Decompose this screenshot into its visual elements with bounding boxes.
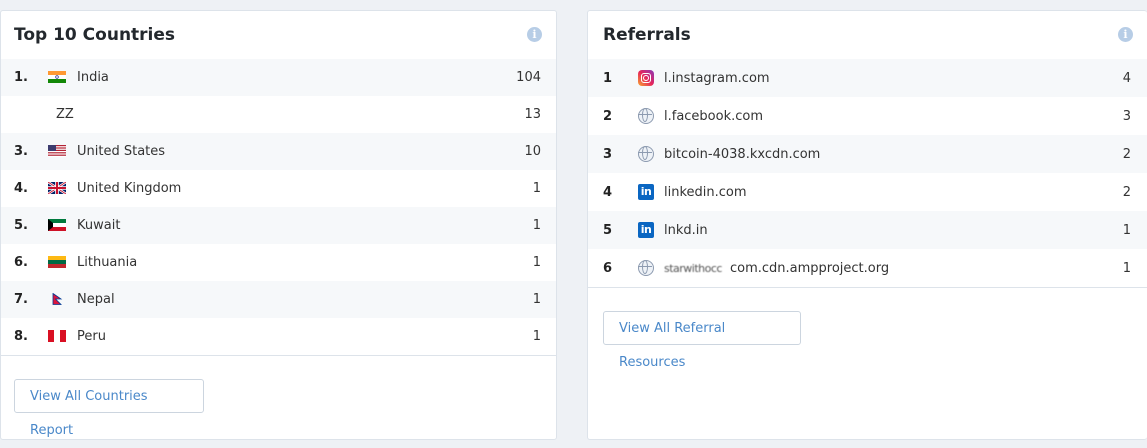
referral-source[interactable]: linkedin.com xyxy=(664,185,747,200)
panel-header: Top 10 Countries i xyxy=(1,11,556,59)
country-row: 3. United States 10 xyxy=(1,133,556,170)
country-row: 6. Lithuania 1 xyxy=(1,244,556,281)
panel-title: Top 10 Countries xyxy=(14,25,176,45)
linkedin-icon: in xyxy=(638,222,654,238)
info-icon[interactable]: i xyxy=(527,27,542,42)
globe-icon xyxy=(638,146,654,162)
referral-source-wrapper[interactable]: starwithocc com.cdn.ampproject.org xyxy=(664,261,889,276)
globe-icon xyxy=(638,260,654,276)
referral-row[interactable]: 1 l.instagram.com 4 xyxy=(588,59,1147,97)
referral-count: 1 xyxy=(1122,223,1131,238)
referrals-panel: Referrals i 1 l.instagram.com 4 2 l.face… xyxy=(587,10,1147,440)
country-rank: 6. xyxy=(14,255,28,270)
country-count: 1 xyxy=(532,292,541,307)
referral-source: com.cdn.ampproject.org xyxy=(729,261,890,276)
referral-row[interactable]: 5 in lnkd.in 1 xyxy=(588,211,1147,249)
india-flag-icon xyxy=(48,71,66,83)
country-count: 13 xyxy=(524,107,541,122)
referral-rank: 4 xyxy=(603,185,613,200)
referral-rank: 2 xyxy=(603,109,613,124)
referral-rank: 6 xyxy=(603,261,613,276)
globe-icon xyxy=(638,108,654,124)
country-count: 1 xyxy=(532,329,541,344)
country-rank: 5. xyxy=(14,218,28,233)
country-row: 4. United Kingdom 1 xyxy=(1,170,556,207)
referral-count: 3 xyxy=(1122,109,1131,124)
referrals-list: 1 l.instagram.com 4 2 l.facebook.com 3 3… xyxy=(588,59,1147,288)
referral-row[interactable]: 6 starwithocc com.cdn.ampproject.org 1 xyxy=(588,249,1147,287)
kuwait-flag-icon xyxy=(48,219,66,231)
country-name: Lithuania xyxy=(77,255,138,270)
country-rank: 1. xyxy=(14,70,28,85)
referral-count: 2 xyxy=(1122,185,1131,200)
country-name: Nepal xyxy=(77,292,115,307)
countries-list: 1. India 104 ZZ 13 3. United States 10 4… xyxy=(1,59,556,356)
referral-count: 1 xyxy=(1122,261,1131,276)
linkedin-icon: in xyxy=(638,184,654,200)
country-count: 1 xyxy=(532,255,541,270)
view-all-countries-button[interactable]: View All Countries Report xyxy=(14,379,204,438)
country-name: Peru xyxy=(77,329,106,344)
referral-rank: 5 xyxy=(603,223,613,238)
top-countries-panel: Top 10 Countries i 1. India 104 ZZ 13 3. xyxy=(0,10,557,440)
referral-source[interactable]: l.facebook.com xyxy=(664,109,763,124)
referral-source[interactable]: bitcoin-4038.kxcdn.com xyxy=(664,147,820,162)
country-name: United States xyxy=(77,144,166,159)
country-row: 1. India 104 xyxy=(1,59,556,96)
panel-header: Referrals i xyxy=(588,11,1147,59)
nepal-flag-icon xyxy=(48,293,66,305)
country-row: ZZ 13 xyxy=(1,96,556,133)
referral-row[interactable]: 3 bitcoin-4038.kxcdn.com 2 xyxy=(588,135,1147,173)
view-all-referrals-button[interactable]: View All Referral Resources xyxy=(603,311,801,370)
country-rank: 8. xyxy=(14,329,28,344)
country-count: 1 xyxy=(532,181,541,196)
blurred-host-prefix: starwithocc xyxy=(664,262,722,275)
referral-count: 4 xyxy=(1122,71,1131,86)
referral-row[interactable]: 2 l.facebook.com 3 xyxy=(588,97,1147,135)
country-row: 7. Nepal 1 xyxy=(1,281,556,318)
peru-flag-icon xyxy=(48,330,66,342)
country-rank: 4. xyxy=(14,181,28,196)
uk-flag-icon xyxy=(48,182,66,194)
country-name: India xyxy=(77,70,109,85)
country-rank: 3. xyxy=(14,144,28,159)
country-count: 104 xyxy=(516,70,541,85)
country-name: Kuwait xyxy=(77,218,121,233)
country-name: United Kingdom xyxy=(77,181,182,196)
country-name: ZZ xyxy=(56,107,74,122)
lithuania-flag-icon xyxy=(48,256,66,268)
country-row: 5. Kuwait 1 xyxy=(1,207,556,244)
referral-rank: 3 xyxy=(603,147,613,162)
country-count: 10 xyxy=(524,144,541,159)
referral-row[interactable]: 4 in linkedin.com 2 xyxy=(588,173,1147,211)
country-rank: 7. xyxy=(14,292,28,307)
referral-source[interactable]: l.instagram.com xyxy=(664,71,770,86)
referral-source[interactable]: lnkd.in xyxy=(664,223,708,238)
country-count: 1 xyxy=(532,218,541,233)
usa-flag-icon xyxy=(48,145,66,157)
country-row: 8. Peru 1 xyxy=(1,318,556,355)
panel-title: Referrals xyxy=(603,25,691,45)
referral-rank: 1 xyxy=(603,71,613,86)
instagram-icon xyxy=(638,70,654,86)
referral-count: 2 xyxy=(1122,147,1131,162)
info-icon[interactable]: i xyxy=(1118,27,1133,42)
